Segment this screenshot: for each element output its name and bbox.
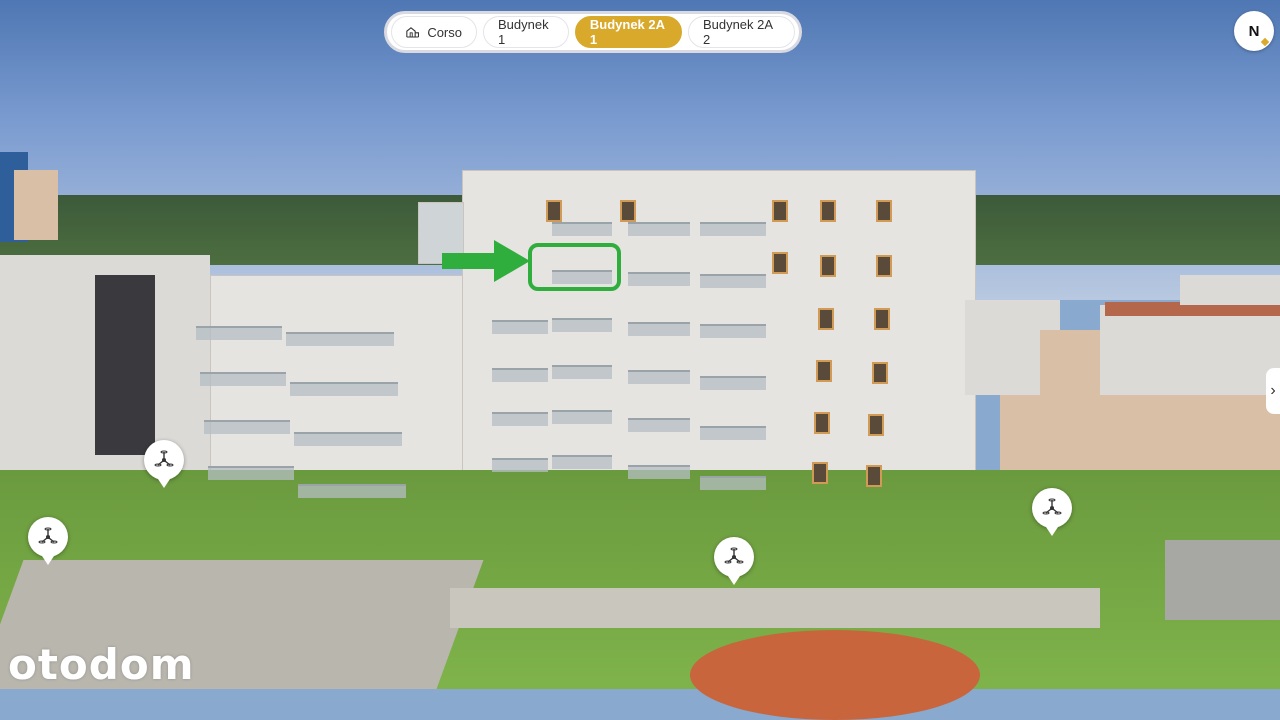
chevron-right-icon: › bbox=[1270, 382, 1276, 399]
building-icon bbox=[406, 27, 420, 38]
selected-apartment-highlight[interactable] bbox=[528, 243, 621, 291]
drone-icon bbox=[38, 527, 58, 544]
tab-label: Budynek 2A 2 bbox=[702, 17, 773, 47]
tab-budynek-2a-1[interactable]: Budynek 2A 1 bbox=[574, 16, 682, 48]
next-view-button[interactable]: › bbox=[1266, 368, 1280, 414]
drone-icon bbox=[1042, 498, 1062, 515]
right-building-5 bbox=[1180, 275, 1280, 305]
building-tabs: Corso Budynek 1 Budynek 2A 1 Budynek 2A … bbox=[384, 11, 802, 53]
aerial-building-render bbox=[0, 0, 1280, 720]
walkway bbox=[450, 588, 1100, 628]
drone-icon bbox=[154, 450, 174, 467]
tab-label: Budynek 1 bbox=[498, 17, 549, 47]
drone-icon bbox=[724, 547, 744, 564]
otodom-logo: otodom bbox=[8, 640, 195, 689]
left-block-balconies bbox=[95, 275, 155, 455]
tab-label: Corso bbox=[427, 24, 462, 40]
drone-view-pin-2[interactable] bbox=[28, 517, 68, 565]
highlight-arrow bbox=[442, 240, 530, 282]
compass-needle-icon bbox=[1260, 37, 1270, 47]
drone-view-pin-4[interactable] bbox=[1032, 488, 1072, 536]
right-building-4 bbox=[1000, 395, 1280, 480]
drone-view-pin-3[interactable] bbox=[714, 537, 754, 585]
drone-view-pin-1[interactable] bbox=[144, 440, 184, 488]
compass-label: N bbox=[1248, 22, 1260, 40]
tab-budynek-2a-2[interactable]: Budynek 2A 2 bbox=[687, 16, 795, 48]
tab-corso[interactable]: Corso bbox=[391, 16, 477, 48]
tower-left-2 bbox=[14, 170, 58, 240]
tab-label: Budynek 2A 1 bbox=[589, 17, 665, 47]
playground bbox=[690, 630, 980, 720]
compass-button[interactable]: N bbox=[1234, 11, 1274, 51]
road bbox=[1165, 540, 1280, 620]
tab-budynek-1[interactable]: Budynek 1 bbox=[483, 16, 569, 48]
